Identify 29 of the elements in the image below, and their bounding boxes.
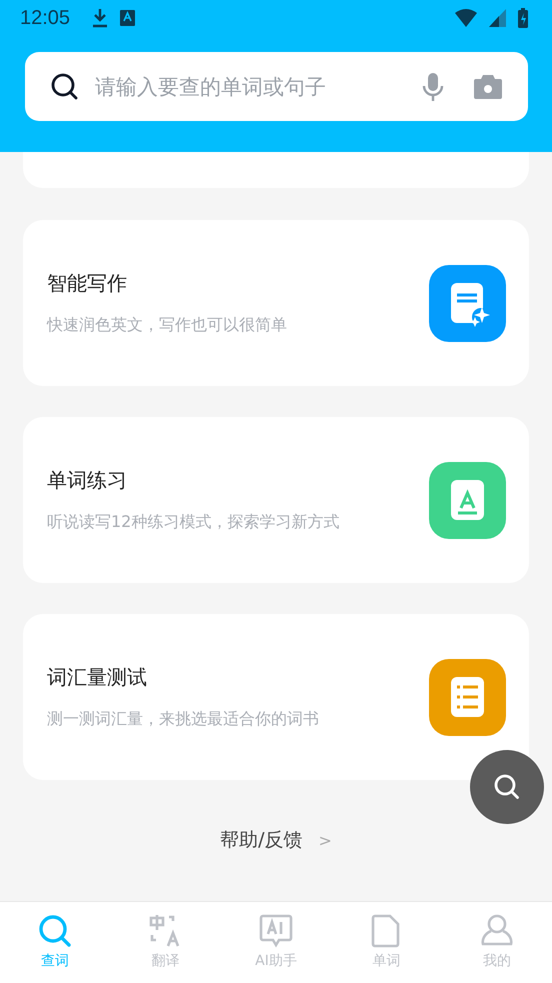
search-icon bbox=[51, 72, 79, 100]
camera-icon[interactable] bbox=[474, 74, 502, 98]
feature-card[interactable]: 单词练习 听说读写12种练习模式，探索学习新方式 bbox=[23, 417, 529, 583]
card-title: 单词练习 bbox=[47, 467, 127, 494]
download-icon bbox=[92, 8, 108, 28]
wifi-icon bbox=[455, 9, 477, 27]
nav-tab[interactable]: 翻译 bbox=[110, 902, 221, 983]
card-subtitle: 快速润色英文，写作也可以很简单 bbox=[47, 315, 287, 336]
card-subtitle: 测一测词汇量，来挑选最适合你的词书 bbox=[47, 709, 319, 730]
feature-card[interactable]: 智能写作 快速润色英文，写作也可以很简单 bbox=[23, 220, 529, 386]
signal-icon bbox=[489, 9, 506, 27]
keyboard-notification-icon bbox=[120, 10, 136, 26]
help-feedback-link[interactable]: 帮助/反馈 > bbox=[220, 827, 332, 853]
feature-card[interactable]: 词汇量测试 测一测词汇量，来挑选最适合你的词书 bbox=[23, 614, 529, 780]
card-subtitle: 听说读写12种练习模式，探索学习新方式 bbox=[47, 512, 340, 533]
card-title: 词汇量测试 bbox=[47, 664, 147, 691]
nav-tab[interactable]: 查词 bbox=[0, 902, 110, 983]
search-icon bbox=[38, 914, 72, 948]
battery-icon bbox=[518, 8, 528, 28]
microphone-icon[interactable] bbox=[422, 72, 444, 100]
person-icon bbox=[480, 914, 514, 948]
card-title: 智能写作 bbox=[47, 270, 127, 297]
status-time: 12:05 bbox=[20, 6, 70, 30]
chat-bubble-icon bbox=[259, 914, 294, 948]
nav-tab[interactable]: 单词 bbox=[331, 902, 442, 983]
nav-tab[interactable]: 我的 bbox=[442, 902, 552, 983]
nav-tab[interactable]: AI助手 bbox=[220, 902, 332, 983]
search-icon bbox=[493, 773, 521, 801]
search-input[interactable]: 请输入要查的单词或句子 bbox=[93, 74, 400, 100]
